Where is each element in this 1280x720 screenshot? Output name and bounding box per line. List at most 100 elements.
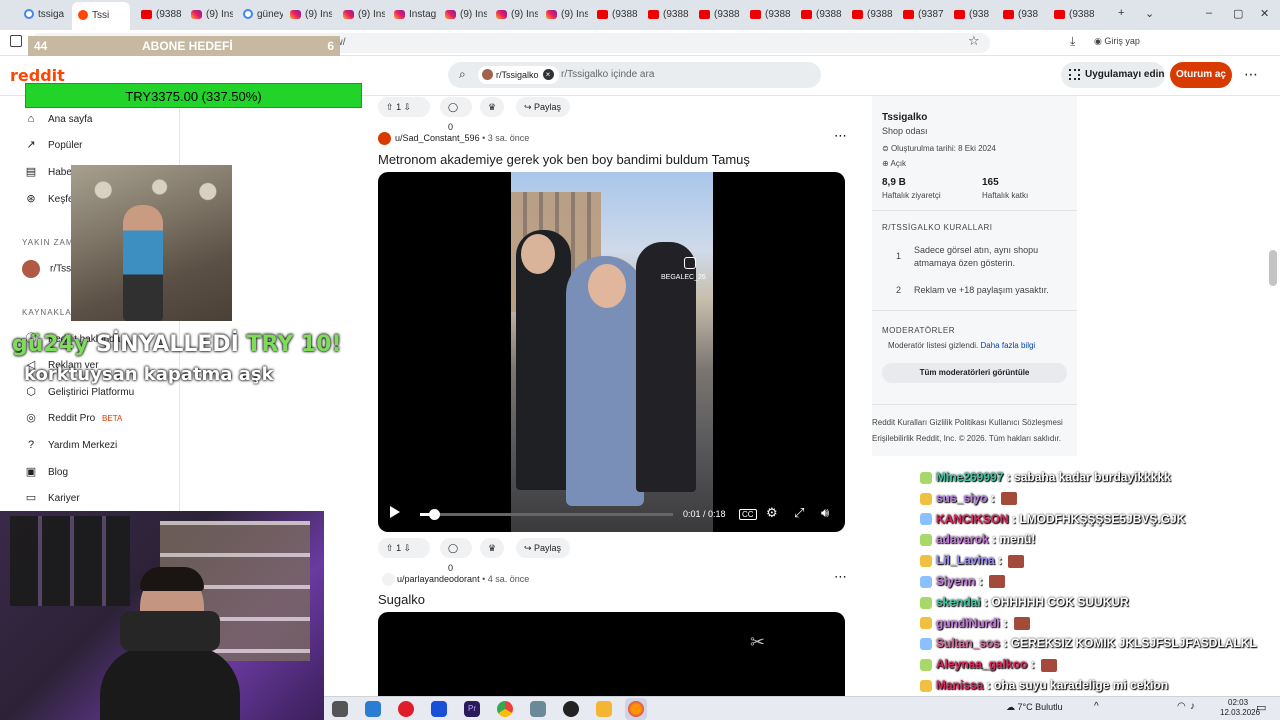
sidebar-item-careers[interactable]: ▭ Kariyer <box>24 490 80 506</box>
notifications-icon[interactable]: ▭ <box>1256 701 1266 714</box>
post-menu-icon[interactable]: ⋯ <box>834 128 847 144</box>
clock-date[interactable]: 12.03.2026 <box>1220 708 1260 717</box>
upvote-icon[interactable]: ⇧ <box>386 543 394 553</box>
play-icon[interactable] <box>390 506 400 518</box>
chat-username: Manissa <box>936 678 984 692</box>
sidebar-item-blog[interactable]: ▣ Blog <box>24 464 68 480</box>
downvote-icon[interactable]: ⇩ <box>404 543 412 553</box>
clear-chip-icon[interactable]: × <box>542 69 554 80</box>
settings-icon[interactable]: ⚙ <box>766 505 778 521</box>
profile-signin[interactable]: ◉ Giriş yap <box>1094 36 1140 47</box>
close-window-icon[interactable]: ✕ <box>1260 7 1269 20</box>
captions-icon[interactable]: CC <box>739 509 757 520</box>
browser-tab[interactable]: (9388 <box>141 4 183 26</box>
browser-tab[interactable]: (9388 <box>801 4 843 26</box>
comments-button[interactable]: ◯ 0 <box>440 538 472 573</box>
fullscreen-icon[interactable]: ⤢ <box>794 505 804 521</box>
browser-tab[interactable]: (9388 <box>750 4 792 26</box>
binance-icon[interactable] <box>431 701 447 717</box>
vote-control[interactable]: ⇧ 1 ⇩ <box>378 97 430 117</box>
browser-tab[interactable]: (9) Ins <box>496 4 538 26</box>
more-options-icon[interactable]: ⋯ <box>1244 66 1258 83</box>
chat-separator: : <box>987 490 999 505</box>
maximize-icon[interactable]: ▢ <box>1233 7 1243 20</box>
weather-widget[interactable]: ☁ 7°C Bulutlu <box>1006 702 1063 713</box>
award-button[interactable]: ♛ <box>480 538 504 558</box>
wifi-icon[interactable]: ◠ <box>1177 701 1186 712</box>
browser-tab[interactable]: (9) Ins <box>343 4 385 26</box>
sound-icon[interactable]: ♪ <box>1190 701 1195 712</box>
sidebar-item-label: Kariyer <box>48 493 80 504</box>
footer-links[interactable]: Reddit Kuralları Gizlilik Politikası Kul… <box>872 418 1063 427</box>
app-icon[interactable] <box>530 701 546 717</box>
chat-badge-icon <box>920 679 932 692</box>
browser-tab[interactable]: Tssi <box>72 2 130 30</box>
browser-tab[interactable]: tssiga <box>24 4 64 26</box>
opera-icon[interactable] <box>398 701 414 717</box>
tray-chevron-icon[interactable]: ^ <box>1094 701 1099 712</box>
browser-tab[interactable]: Instag <box>394 4 436 26</box>
browser-tab[interactable]: (9) Ins <box>290 4 332 26</box>
premiere-icon[interactable]: Pr <box>464 701 480 717</box>
vote-control[interactable]: ⇧ 1 ⇩ <box>378 538 430 558</box>
share-button[interactable]: ↪ Paylaş <box>516 97 570 117</box>
browser-tab[interactable]: (9388 <box>699 4 741 26</box>
video-player[interactable]: ✂ <box>378 612 845 696</box>
firefox-icon[interactable] <box>628 701 644 717</box>
browser-tab[interactable]: (9388 <box>648 4 690 26</box>
learn-more-link[interactable]: Daha fazla bilgi <box>981 341 1036 350</box>
award-button[interactable]: ♛ <box>480 97 504 117</box>
sidebar-item-help[interactable]: ? Yardım Merkezi <box>24 437 117 453</box>
author-name[interactable]: u/parlayandeodorant <box>397 574 480 584</box>
post-title[interactable]: Sugalko <box>378 592 425 607</box>
browser-tab[interactable]: (9388 <box>597 4 639 26</box>
sidebar-item-explore[interactable]: ⊛ Keşfet <box>24 191 76 207</box>
browser-tab[interactable]: (9388 <box>852 4 894 26</box>
chrome-icon[interactable] <box>497 701 513 717</box>
seekbar-handle[interactable] <box>428 509 440 520</box>
video-seekbar[interactable] <box>420 509 673 520</box>
sidebar-item-news[interactable]: ▤ Haber <box>24 164 75 180</box>
obs-icon[interactable] <box>563 701 579 717</box>
login-button[interactable]: Oturum aç <box>1170 62 1232 88</box>
outlook-icon[interactable] <box>365 701 381 717</box>
clock-time[interactable]: 02:03 <box>1228 698 1248 707</box>
taskbar-app-icon[interactable] <box>332 701 348 717</box>
rule-text[interactable]: Reklam ve +18 paylaşım yasaktır. <box>914 285 1049 295</box>
downvote-icon[interactable]: ⇩ <box>404 102 412 112</box>
sidebar-item-developer[interactable]: ⬡ Geliştirici Platformu <box>24 384 134 400</box>
new-tab-icon[interactable]: + <box>1118 7 1124 19</box>
get-app-button[interactable]: Uygulamayı edin <box>1061 62 1165 88</box>
comments-button[interactable]: ◯ 0 <box>440 97 472 132</box>
search-community-chip[interactable]: r/Tssigalko × <box>478 66 559 84</box>
bookmark-star-icon[interactable]: ☆ <box>968 33 980 49</box>
upvote-icon[interactable]: ⇧ <box>386 102 394 112</box>
search-input[interactable]: ⌕ r/Tssigalko × r/Tssigalko içinde ara <box>448 62 821 88</box>
tab-list-icon[interactable]: ⌄ <box>1145 7 1154 20</box>
sidebar-item-reddit-pro[interactable]: ◎ Reddit Pro BETA <box>24 410 122 426</box>
browser-tab[interactable]: (938 <box>954 4 994 26</box>
share-button[interactable]: ↪ Paylaş <box>516 538 570 558</box>
page-scrollbar[interactable] <box>1269 250 1277 286</box>
browser-tab[interactable]: (938 <box>1003 4 1043 26</box>
file-explorer-icon[interactable] <box>596 701 612 717</box>
sidebar-item-popular[interactable]: ↗ Popüler <box>24 137 82 153</box>
browser-tab[interactable]: güney <box>243 4 283 26</box>
post-title[interactable]: Metronom akademiye gerek yok ben boy ban… <box>378 152 750 167</box>
browser-tab[interactable]: (9387 <box>903 4 945 26</box>
author-name[interactable]: u/Sad_Constant_596 <box>395 133 480 143</box>
minimize-icon[interactable]: – <box>1206 7 1212 19</box>
post-menu-icon[interactable]: ⋯ <box>834 569 847 585</box>
browser-tab[interactable]: (9) Ins <box>546 4 588 26</box>
rule-text[interactable]: Sadece görsel atın, aynı shopu atmamaya … <box>914 244 1064 270</box>
sidebar-toggle-icon[interactable] <box>10 35 22 47</box>
chat-separator: : <box>1003 470 1015 484</box>
browser-tab[interactable]: (9) Ins <box>445 4 487 26</box>
browser-tab[interactable]: (9388 <box>1054 4 1094 26</box>
view-all-moderators-button[interactable]: Tüm moderatörleri görüntüle <box>882 363 1067 383</box>
sidebar-item-home[interactable]: ⌂ Ana sayfa <box>24 111 93 127</box>
download-icon[interactable]: ⤓ <box>1070 34 1075 49</box>
volume-icon[interactable]: 🔊︎ <box>821 505 829 521</box>
video-player[interactable]: BEGALEC_26 0:01 / 0:18 CC ⚙ ⤢ 🔊︎ <box>378 172 845 532</box>
browser-tab[interactable]: (9) Ins <box>191 4 233 26</box>
